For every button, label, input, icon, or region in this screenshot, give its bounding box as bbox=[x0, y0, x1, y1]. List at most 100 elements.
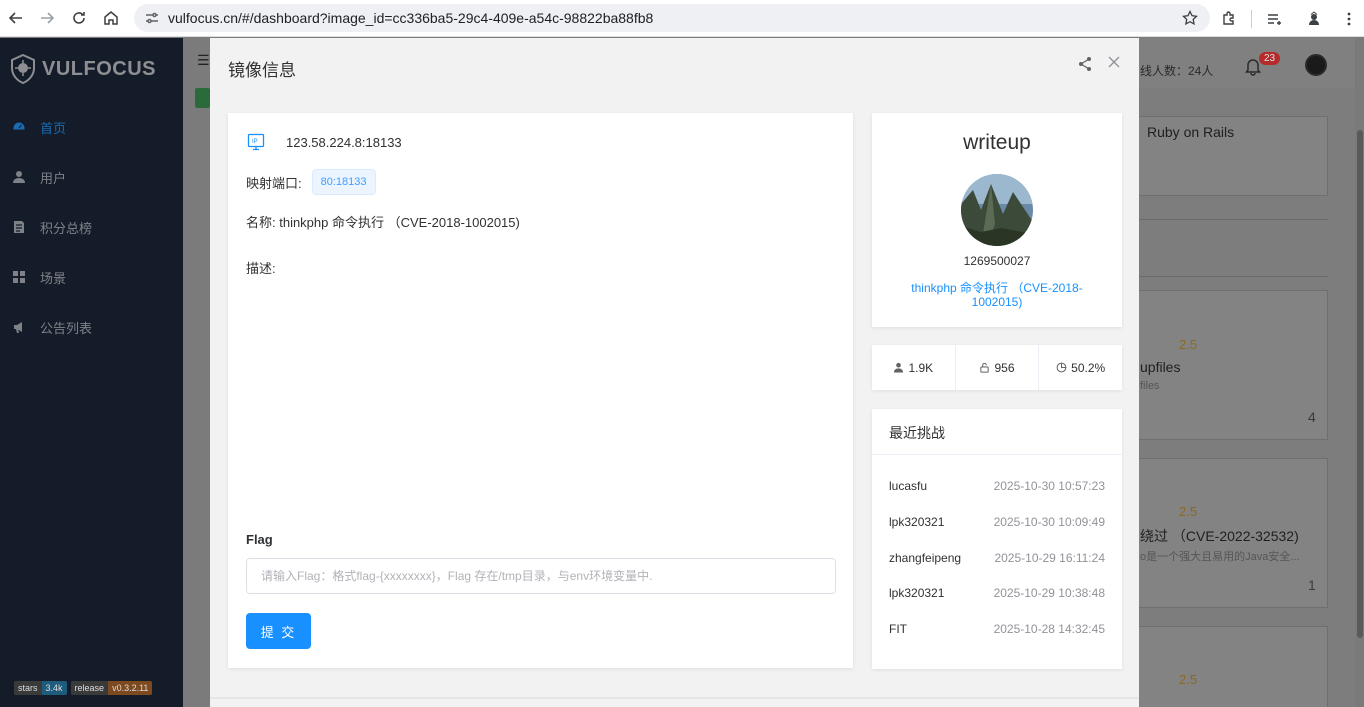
sidebar-item-label: 积分总榜 bbox=[40, 220, 93, 236]
writeup-panel: writeup 1269500027 thinkphp 命令执行 （CVE-20… bbox=[872, 113, 1122, 327]
port-label: 映射端口: bbox=[246, 175, 302, 191]
submit-button[interactable]: 提 交 bbox=[246, 613, 311, 649]
card-text: Ruby on Rails bbox=[1147, 124, 1235, 140]
bookmark-star-icon[interactable] bbox=[1182, 10, 1198, 26]
recent-challenges-title: 最近挑战 bbox=[889, 425, 945, 441]
sidebar-item-label: 场景 bbox=[40, 270, 67, 286]
card-count: 4 bbox=[1308, 409, 1316, 425]
challenge-time: 2025-10-29 16:11:24 bbox=[994, 551, 1105, 565]
list-item: lucasfu 2025-10-30 10:57:23 bbox=[889, 479, 1105, 493]
release-badge[interactable]: release v0.3.2.11 bbox=[70, 681, 153, 695]
card-count: 1 bbox=[1308, 577, 1316, 593]
badge-key: stars bbox=[14, 681, 42, 695]
card-score: 2.5 bbox=[1179, 337, 1198, 352]
reload-icon[interactable] bbox=[63, 2, 95, 34]
share-icon[interactable] bbox=[1077, 56, 1093, 72]
toolbar-divider bbox=[1251, 9, 1252, 28]
divider bbox=[872, 454, 1122, 455]
stat-users-value: 1.9K bbox=[908, 360, 934, 375]
dialog-header: 镜像信息 bbox=[210, 38, 1139, 98]
user-icon bbox=[894, 362, 904, 373]
flag-label: Flag bbox=[246, 532, 273, 547]
ip-address-icon: IP bbox=[247, 133, 265, 151]
list-item: lpk320321 2025-10-30 10:09:49 bbox=[889, 515, 1105, 529]
sidebar-item-label: 用户 bbox=[40, 170, 67, 186]
stat-rate-value: 50.2% bbox=[1071, 360, 1106, 375]
site-settings-icon[interactable] bbox=[144, 10, 160, 26]
sidebar-item-users[interactable]: 用户 bbox=[0, 152, 183, 202]
stats-panel: 1.9K 956 50.2% bbox=[872, 345, 1122, 390]
sidebar-item-scenes[interactable]: 场景 bbox=[0, 252, 183, 302]
browser-toolbar: vulfocus.cn/#/dashboard?image_id=cc336ba… bbox=[0, 0, 1364, 37]
stat-rate: 50.2% bbox=[1039, 345, 1122, 390]
divider bbox=[1138, 276, 1328, 277]
sidebar-item-leaderboard[interactable]: 积分总榜 bbox=[0, 202, 183, 252]
sidebar-item-announcements[interactable]: 公告列表 bbox=[0, 302, 183, 352]
flag-input[interactable] bbox=[246, 558, 836, 594]
badge-key: release bbox=[70, 681, 109, 695]
challenge-time: 2025-10-28 14:32:45 bbox=[993, 622, 1105, 636]
forward-icon[interactable] bbox=[31, 2, 63, 34]
background-card bbox=[1133, 626, 1328, 707]
address-bar[interactable]: vulfocus.cn/#/dashboard?image_id=cc336ba… bbox=[134, 4, 1210, 32]
card-title: upfiles bbox=[1140, 359, 1181, 375]
image-detail-panel: IP 123.58.224.8:18133 映射端口: 80:18133 名称:… bbox=[228, 113, 853, 668]
challenge-time: 2025-10-29 10:38:48 bbox=[993, 586, 1105, 600]
card-score: 2.5 bbox=[1179, 672, 1198, 687]
stat-users: 1.9K bbox=[872, 345, 956, 390]
sidebar: VULFOCUS 首页 用户 积分总榜 场景 公告列表 stars 3.4k r… bbox=[0, 38, 183, 707]
extensions-icon[interactable] bbox=[1209, 3, 1249, 35]
media-control-icon[interactable] bbox=[1254, 3, 1294, 35]
notification-count-badge: 23 bbox=[1259, 52, 1281, 65]
challenge-time: 2025-10-30 10:09:49 bbox=[993, 515, 1105, 529]
logo-text: VULFOCUS bbox=[42, 57, 156, 80]
logo[interactable]: VULFOCUS bbox=[10, 54, 156, 84]
stars-badge[interactable]: stars 3.4k bbox=[14, 681, 67, 695]
user-avatar[interactable] bbox=[1305, 54, 1327, 76]
hamburger-icon[interactable]: ☰ bbox=[197, 52, 210, 69]
challenger-name: lpk320321 bbox=[889, 586, 945, 600]
writeup-link[interactable]: thinkphp 命令执行 （CVE-2018-1002015) bbox=[886, 281, 1108, 309]
challenge-time: 2025-10-30 10:57:23 bbox=[993, 479, 1105, 493]
card-score: 2.5 bbox=[1179, 504, 1198, 519]
list-item: lpk320321 2025-10-29 10:38:48 bbox=[889, 586, 1105, 600]
recent-challenges-panel: 最近挑战 lucasfu 2025-10-30 10:57:23 lpk3203… bbox=[872, 409, 1122, 669]
back-icon[interactable] bbox=[0, 2, 32, 34]
profile-icon[interactable] bbox=[1294, 3, 1334, 35]
collapsed-header-strip: ☰ bbox=[183, 38, 210, 707]
writeup-avatar[interactable] bbox=[961, 174, 1033, 246]
document-icon bbox=[14, 221, 24, 233]
challenger-name: lpk320321 bbox=[889, 515, 945, 529]
dialog-title: 镜像信息 bbox=[228, 61, 296, 80]
port-tag: 80:18133 bbox=[311, 169, 376, 195]
card-subtitle: o是一个强大且易用的Java安全... bbox=[1140, 551, 1300, 563]
writeup-user-id: 1269500027 bbox=[963, 254, 1031, 268]
ip-address: 123.58.224.8:18133 bbox=[286, 134, 402, 150]
card-subtitle: files bbox=[1140, 380, 1160, 392]
url-text: vulfocus.cn/#/dashboard?image_id=cc336ba… bbox=[168, 10, 654, 26]
list-item: zhangfeipeng 2025-10-29 16:11:24 bbox=[889, 551, 1105, 565]
description-label: 描述: bbox=[246, 261, 276, 276]
vulfocus-shield-icon bbox=[11, 54, 35, 84]
github-badges[interactable]: stars 3.4k release v0.3.2.11 bbox=[14, 681, 153, 695]
stat-solved-value: 956 bbox=[994, 360, 1015, 375]
tag-indicator bbox=[195, 88, 210, 108]
browser-menu-icon[interactable] bbox=[1334, 3, 1364, 35]
port-row: 映射端口: 80:18133 bbox=[246, 169, 376, 195]
dialog-footer-divider bbox=[210, 697, 1139, 699]
badge-value: v0.3.2.11 bbox=[108, 681, 153, 695]
image-name: 名称: thinkphp 命令执行 （CVE-2018-1002015) bbox=[246, 215, 520, 230]
list-item: FIT 2025-10-28 14:32:45 bbox=[889, 622, 1105, 636]
scrollbar-thumb[interactable] bbox=[1357, 130, 1363, 638]
svg-text:IP: IP bbox=[252, 139, 258, 145]
card-title: 绕过 （CVE-2022-32532) bbox=[1140, 528, 1299, 544]
close-icon[interactable] bbox=[1107, 55, 1121, 69]
grid-icon bbox=[13, 271, 25, 283]
home-icon[interactable] bbox=[95, 2, 127, 34]
badge-value: 3.4k bbox=[41, 681, 67, 695]
writeup-title: writeup bbox=[963, 131, 1031, 154]
pie-chart-icon bbox=[1056, 362, 1067, 373]
unlock-icon bbox=[980, 362, 990, 373]
sidebar-item-home[interactable]: 首页 bbox=[0, 102, 183, 152]
challenger-name: lucasfu bbox=[889, 479, 928, 493]
